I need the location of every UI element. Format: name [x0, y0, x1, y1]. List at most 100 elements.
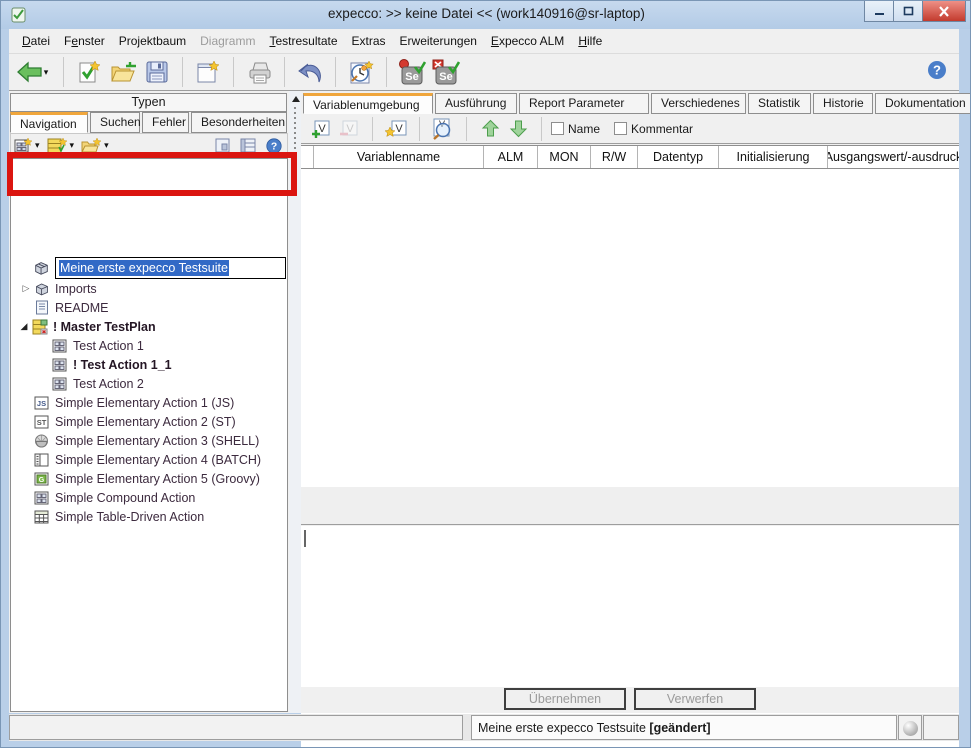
tree-item-imports[interactable]: ▷ Imports	[21, 279, 97, 298]
tab-variablenumgebung[interactable]: Variablenumgebung	[303, 93, 433, 114]
new-testplan-button[interactable]: ▾	[47, 137, 75, 155]
new-testsuite-button[interactable]	[72, 56, 106, 88]
print-button[interactable]	[242, 56, 276, 88]
left-tab-bar: Navigation Suchen Fehler Besonderheiten	[10, 112, 289, 133]
tree-item-sea1-js[interactable]: JS Simple Elementary Action 1 (JS)	[33, 393, 234, 412]
checkbox-icon	[614, 122, 627, 135]
list-view-button[interactable]	[240, 138, 256, 153]
schedule-button[interactable]	[344, 56, 378, 88]
col-variablenname[interactable]: Variablenname	[314, 146, 484, 168]
expander-collapsed-icon[interactable]: ▷	[21, 283, 31, 294]
col-mon[interactable]: MON	[538, 146, 591, 168]
imports-package-icon	[33, 281, 50, 297]
new-window-button[interactable]	[191, 56, 225, 88]
tab-verschiedenes[interactable]: Verschiedenes	[651, 93, 746, 114]
tab-navigation[interactable]: Navigation	[10, 112, 88, 133]
expander-expanded-icon[interactable]: ◢	[19, 321, 29, 332]
minimize-button[interactable]	[864, 1, 894, 22]
selenium-check-button[interactable]: Se	[429, 56, 463, 88]
tree-item-sea2-st[interactable]: ST Simple Elementary Action 2 (ST)	[33, 412, 236, 431]
open-button[interactable]	[106, 56, 140, 88]
tab-historie[interactable]: Historie	[813, 93, 873, 114]
menu-bar: Datei Fenster Projektbaum Diagramm Testr…	[9, 29, 959, 54]
panel-splitter[interactable]	[289, 91, 301, 713]
add-variable-button[interactable]: V	[307, 116, 335, 142]
move-down-button[interactable]	[504, 116, 532, 142]
table-action-icon	[33, 509, 50, 525]
col-alm[interactable]: ALM	[484, 146, 538, 168]
col-initialisierung[interactable]: Initialisierung	[719, 146, 828, 168]
move-up-button[interactable]	[476, 116, 504, 142]
bookmark-view-button[interactable]	[215, 138, 230, 153]
tree-rename-input[interactable]: Meine erste expecco Testsuite	[55, 257, 286, 279]
edit-variable-button[interactable]: V	[382, 116, 410, 142]
kommentar-checkbox[interactable]: Kommentar	[614, 122, 693, 136]
selenium-check-icon: Se	[432, 59, 460, 86]
svg-text:?: ?	[271, 141, 277, 152]
text-caret	[304, 530, 306, 547]
tree-item-simple-compound[interactable]: Simple Compound Action	[33, 488, 195, 507]
svg-text:G: G	[39, 476, 45, 483]
tab-fehler[interactable]: Fehler	[142, 112, 189, 133]
help-button[interactable]: ?	[927, 60, 947, 83]
menu-erweiterungen[interactable]: Erweiterungen	[393, 31, 484, 51]
tree-item-test-action-2[interactable]: Test Action 2	[51, 374, 144, 393]
save-button[interactable]	[140, 56, 174, 88]
maximize-button[interactable]	[893, 1, 923, 22]
tab-statistik[interactable]: Statistik	[748, 93, 811, 114]
menu-expecco-alm[interactable]: Expecco ALM	[484, 31, 571, 51]
tab-report-parameter[interactable]: Report Parameter	[519, 93, 649, 114]
remove-variable-button[interactable]: V	[335, 116, 363, 142]
tree-item-test-action-1-1[interactable]: ! Test Action 1_1	[51, 355, 172, 374]
undo-button[interactable]	[293, 56, 327, 88]
status-left-cell	[9, 715, 463, 740]
back-arrow-icon	[16, 61, 43, 83]
discard-button[interactable]: Verwerfen	[634, 688, 756, 710]
new-folder-button[interactable]: ▾	[81, 137, 109, 155]
tree-item-sea3-shell[interactable]: Simple Elementary Action 3 (SHELL)	[33, 431, 259, 450]
tab-suchen[interactable]: Suchen	[90, 112, 140, 133]
st-action-icon: ST	[33, 414, 50, 430]
open-folder-icon	[110, 60, 137, 84]
new-compound-action-icon	[14, 137, 34, 155]
svg-text:JS: JS	[37, 399, 46, 408]
new-compound-action-button[interactable]: ▾	[14, 137, 40, 155]
tab-dokumentation[interactable]: Dokumentation	[875, 93, 971, 114]
new-testplan-icon	[47, 137, 69, 155]
search-variable-button[interactable]: V	[429, 116, 457, 142]
variables-table-body[interactable]	[301, 169, 959, 487]
undo-arrow-icon	[297, 61, 323, 84]
tree-item-readme[interactable]: README	[33, 298, 108, 317]
menu-testresultate[interactable]: Testresultate	[262, 31, 344, 51]
col-rw[interactable]: R/W	[591, 146, 638, 168]
groovy-action-icon: G	[33, 471, 50, 487]
menu-projektbaum[interactable]: Projektbaum	[112, 31, 193, 51]
tree-help-button[interactable]: ?	[266, 138, 282, 154]
menu-datei[interactable]: Datei	[15, 31, 57, 51]
selenium-record-icon: Se	[398, 59, 426, 86]
status-message: Meine erste expecco Testsuite [geändert]	[471, 715, 897, 740]
tree-item-sea4-batch[interactable]: Simple Elementary Action 4 (BATCH)	[33, 450, 261, 469]
tree-item-master-testplan[interactable]: ◢ ! Master TestPlan	[19, 317, 156, 336]
tree-item-sea5-groovy[interactable]: G Simple Elementary Action 5 (Groovy)	[33, 469, 260, 488]
col-ausgangswert[interactable]: Ausgangswert/-ausdruck	[828, 146, 959, 168]
down-arrow-icon	[509, 119, 528, 138]
chevron-down-icon: ▾	[35, 140, 40, 151]
variables-footer: Übernehmen Verwerfen	[301, 687, 959, 713]
close-button[interactable]	[922, 1, 966, 22]
tree-item-table-driven[interactable]: Simple Table-Driven Action	[33, 507, 204, 526]
back-button[interactable]: ▾	[9, 56, 55, 88]
menu-extras[interactable]: Extras	[345, 31, 393, 51]
col-datentyp[interactable]: Datentyp	[638, 146, 719, 168]
compound-action-icon	[51, 376, 68, 392]
tab-ausfuehrung[interactable]: Ausführung	[435, 93, 517, 114]
menu-diagramm: Diagramm	[193, 31, 262, 51]
apply-button[interactable]: Übernehmen	[504, 688, 626, 710]
tree-item-test-action-1[interactable]: Test Action 1	[51, 336, 144, 355]
name-checkbox[interactable]: Name	[551, 122, 600, 136]
typen-header[interactable]: Typen	[10, 93, 287, 112]
selenium-record-button[interactable]: Se	[395, 56, 429, 88]
menu-hilfe[interactable]: Hilfe	[571, 31, 609, 51]
tab-besonderheiten[interactable]: Besonderheiten	[191, 112, 287, 133]
menu-fenster[interactable]: Fenster	[57, 31, 112, 51]
